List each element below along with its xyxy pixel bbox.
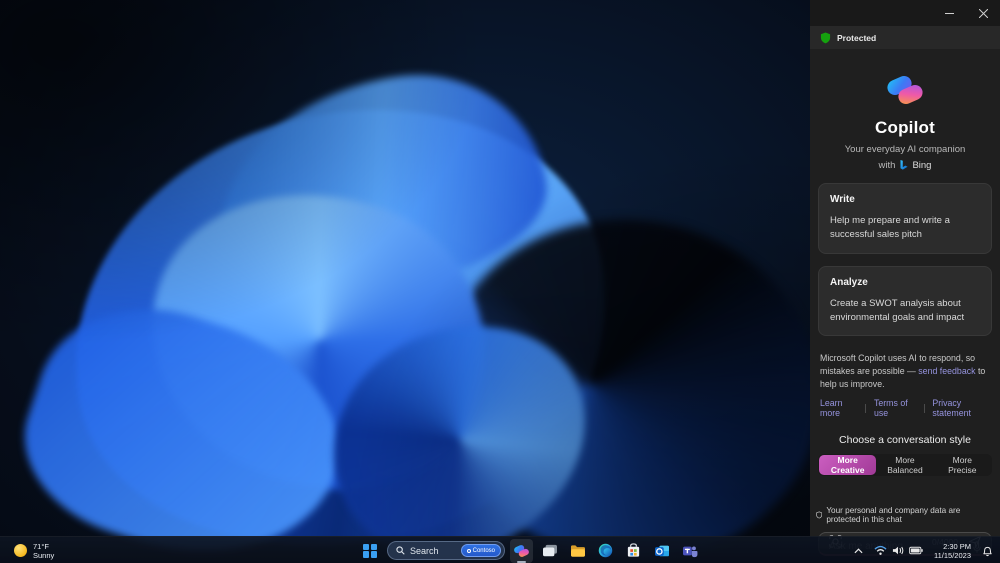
suggestion-card-analyze[interactable]: Analyze Create a SWOT analysis about env… [818,265,992,336]
card-body: Help me prepare and write a successful s… [830,215,950,241]
style-option-line1: More [895,455,915,466]
task-view-icon [542,544,557,556]
search-badge[interactable]: Contoso [460,544,501,557]
conversation-style-heading: Choose a conversation style [839,434,971,447]
style-option-line1: More [837,455,858,466]
copilot-panel: Protected Copilot Your everyday AI compa… [810,0,1000,557]
terms-of-use-link[interactable]: Terms of use [874,398,916,418]
suggestion-card-write[interactable]: Write Help me prepare and write a succes… [818,183,992,254]
style-option-line2: Precise [948,465,977,476]
close-icon [978,8,988,18]
conversation-style-selector: More Creative More Balanced More Precise [818,454,992,477]
search-icon [396,546,405,555]
link-separator [865,403,866,413]
style-option-creative[interactable]: More Creative [819,455,877,476]
copilot-subtitle: Your everyday AI companion [844,144,966,155]
style-option-precise[interactable]: More Precise [934,455,991,475]
copilot-taskbar-icon [514,544,529,557]
notification-center[interactable] [979,543,995,559]
taskbar-app-edge[interactable] [594,539,617,563]
system-tray: 2:30 PM 11/15/2023 [852,537,995,563]
shield-outline-icon [816,511,823,519]
ai-disclaimer: Microsoft Copilot uses AI to respond, so… [820,352,990,390]
close-button[interactable] [966,0,1000,26]
wallpaper-vignette [0,0,810,563]
taskbar-app-file-explorer[interactable] [566,539,589,563]
wifi-icon [874,545,887,555]
panel-titlebar [810,0,1000,26]
screen: Protected Copilot Your everyday AI compa… [0,0,1000,563]
with-prefix: with [878,160,896,171]
microsoft-store-icon [627,543,640,557]
clock-date: 11/15/2023 [934,550,971,560]
weather-condition: Sunny [33,550,55,560]
bell-icon [983,546,992,556]
clock-time: 2:30 PM [943,541,971,551]
learn-more-link[interactable]: Learn more [820,398,857,418]
weather-text: 71°F Sunny [33,542,54,560]
search-placeholder: Search [410,545,439,556]
volume-icon [892,546,904,555]
minimize-button[interactable] [932,0,966,26]
card-title: Analyze [830,276,868,288]
sunny-icon [14,544,27,557]
taskbar-app-microsoft-store[interactable] [622,539,645,563]
taskbar-app-copilot[interactable] [510,538,533,563]
style-option-line1: More [952,455,972,466]
chevron-up-icon [854,547,863,553]
battery-icon [909,546,923,555]
copilot-brand: Copilot Your everyday AI companion with … [810,71,1000,171]
copilot-title: Copilot [875,118,935,137]
windows-logo-icon [363,543,377,558]
clock[interactable]: 2:30 PM 11/15/2023 [932,542,973,560]
card-body: Create a SWOT analysis about environment… [830,297,965,323]
privacy-statement-link[interactable]: Privacy statement [932,398,990,418]
weather-widget[interactable]: 71°F Sunny [8,537,60,563]
weather-temp: 71°F [33,541,49,551]
search-badge-label: Contoso [472,547,495,554]
with-bing-line: with Bing [810,160,1000,171]
tray-overflow-chevron[interactable] [852,546,865,556]
copilot-logo-icon [887,75,923,105]
desktop-wallpaper [0,0,810,563]
taskbar-search[interactable]: Search Contoso [387,541,505,560]
style-option-line2: Creative [830,465,865,476]
bing-label: Bing [912,160,932,171]
link-separator [923,403,925,413]
shield-icon [820,32,831,43]
file-explorer-icon [570,544,585,557]
legal-links: Learn more Terms of use Privacy statemen… [820,398,990,418]
badge-icon [466,548,471,553]
taskbar-app-teams[interactable] [678,539,701,563]
card-title: Write [830,194,855,205]
protected-label: Protected [837,32,877,43]
data-protection-note: Your personal and company data are prote… [810,506,1000,524]
teams-icon [682,545,697,557]
style-option-line2: Balanced [887,465,923,476]
quick-settings[interactable] [871,543,926,558]
minimize-icon [944,12,954,14]
taskbar: 71°F Sunny Search Contoso 2:30 PM 11/15/… [0,536,1000,563]
style-option-balanced[interactable]: More Balanced [876,455,933,475]
taskbar-app-outlook[interactable] [650,539,673,563]
protected-badge: Protected [810,26,1000,49]
edge-icon [598,543,613,558]
send-feedback-link[interactable]: send feedback [918,366,975,376]
outlook-icon [654,545,669,556]
bing-icon [900,160,909,170]
taskbar-center: Search Contoso [358,537,701,563]
start-button[interactable] [358,539,382,563]
data-protection-text: Your personal and company data are prote… [826,506,961,525]
taskbar-app-task-view[interactable] [538,539,561,563]
